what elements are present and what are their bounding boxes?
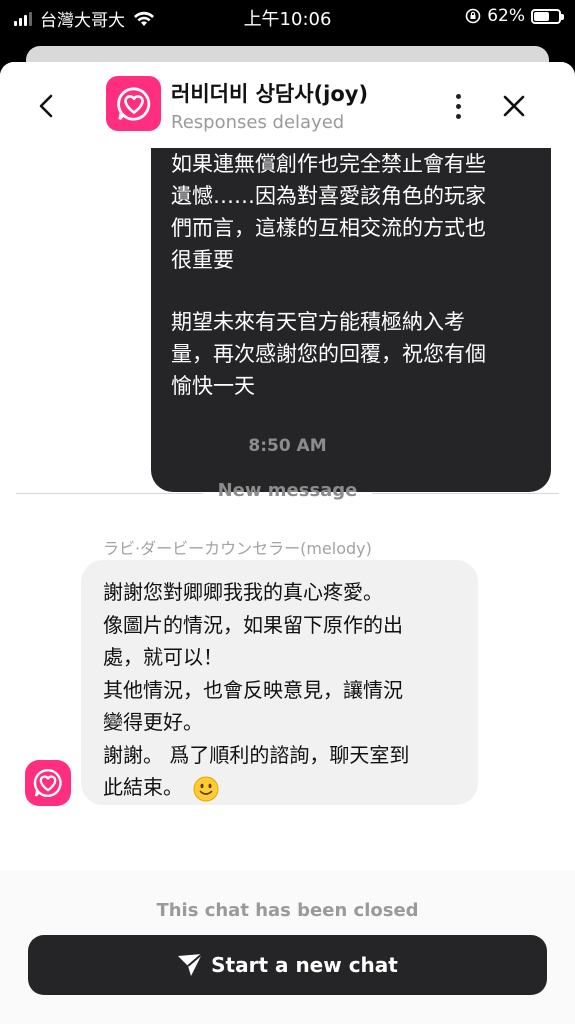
agent-avatar: [106, 76, 161, 131]
message-line: 謝謝您對卿卿我我的真心疼愛。: [103, 580, 383, 604]
more-dot-icon: [455, 103, 461, 109]
chat-footer: This chat has been closed Start a new ch…: [0, 870, 575, 1024]
message-line: 期望未來有天官方能積極納入考: [171, 310, 465, 334]
incoming-message-bubble: 謝謝您對卿卿我我的真心疼愛。 像圖片的情況，如果留下原作的出 處，就可以！ 其他…: [81, 560, 478, 805]
message-line: 變得更好。: [103, 710, 203, 734]
message-last-line: 此結束。: [103, 771, 464, 804]
agent-avatar-small: [25, 760, 71, 806]
message-line: 謝謝。 爲了順利的諮詢，聊天室到: [103, 742, 410, 767]
battery-percent: 62%: [487, 6, 525, 26]
back-button[interactable]: [28, 88, 64, 124]
start-new-chat-button[interactable]: Start a new chat: [28, 935, 547, 995]
close-icon: [503, 95, 525, 117]
more-options-button[interactable]: [446, 88, 470, 124]
message-line: 此結束。: [103, 775, 183, 799]
more-dot-icon: [455, 113, 461, 119]
orientation-lock-icon: [465, 8, 481, 24]
chat-subtitle: Responses delayed: [171, 112, 345, 133]
chevron-left-icon: [39, 94, 53, 118]
message-line: 們而言，這樣的互相交流的方式也: [171, 216, 486, 240]
battery-icon: [531, 8, 564, 24]
message-line: 愉快一天: [171, 374, 255, 398]
message-timestamp: 8:50 AM: [248, 436, 327, 456]
chat-sheet: 러비더비 상담사(joy) Responses delayed 如果連無償創作也…: [0, 62, 575, 1024]
chat-header: 러비더비 상담사(joy) Responses delayed: [0, 62, 575, 148]
message-line: 像圖片的情況，如果留下原作的出: [103, 612, 403, 637]
message-line: 處，就可以！: [103, 645, 223, 669]
message-line: 其他情況，也會反映意見，讓情況: [103, 677, 403, 702]
start-new-chat-label: Start a new chat: [211, 953, 398, 977]
message-line: 很重要: [171, 248, 234, 272]
divider-line: [372, 493, 559, 494]
chat-title: 러비더비 상담사(joy): [171, 82, 369, 106]
status-right: 62%: [465, 6, 564, 26]
message-line: 遺憾……因為對喜愛該角色的玩家: [171, 184, 486, 208]
heart-bubble-logo-icon: [33, 768, 62, 797]
sender-name: ラビ·ダービーカウンセラー(melody): [103, 539, 372, 558]
heart-bubble-logo-icon: [116, 86, 150, 121]
chat-closed-notice: This chat has been closed: [156, 900, 419, 921]
more-dot-icon: [455, 93, 461, 99]
smiling-face-emoji-icon: [193, 776, 219, 801]
new-message-divider-label: New message: [217, 480, 358, 501]
message-list[interactable]: 如果連無償創作也完全禁止會有些 遺憾……因為對喜愛該角色的玩家 們而言，這樣的互…: [0, 148, 575, 868]
close-button[interactable]: [496, 88, 532, 124]
status-bar: 台灣大哥大 上午10:06 62%: [0, 0, 575, 34]
send-paper-plane-icon: [178, 953, 203, 976]
message-line: 如果連無償創作也完全禁止會有些: [171, 152, 486, 176]
message-line: 量，再次感謝您的回覆，祝您有個: [171, 342, 486, 366]
